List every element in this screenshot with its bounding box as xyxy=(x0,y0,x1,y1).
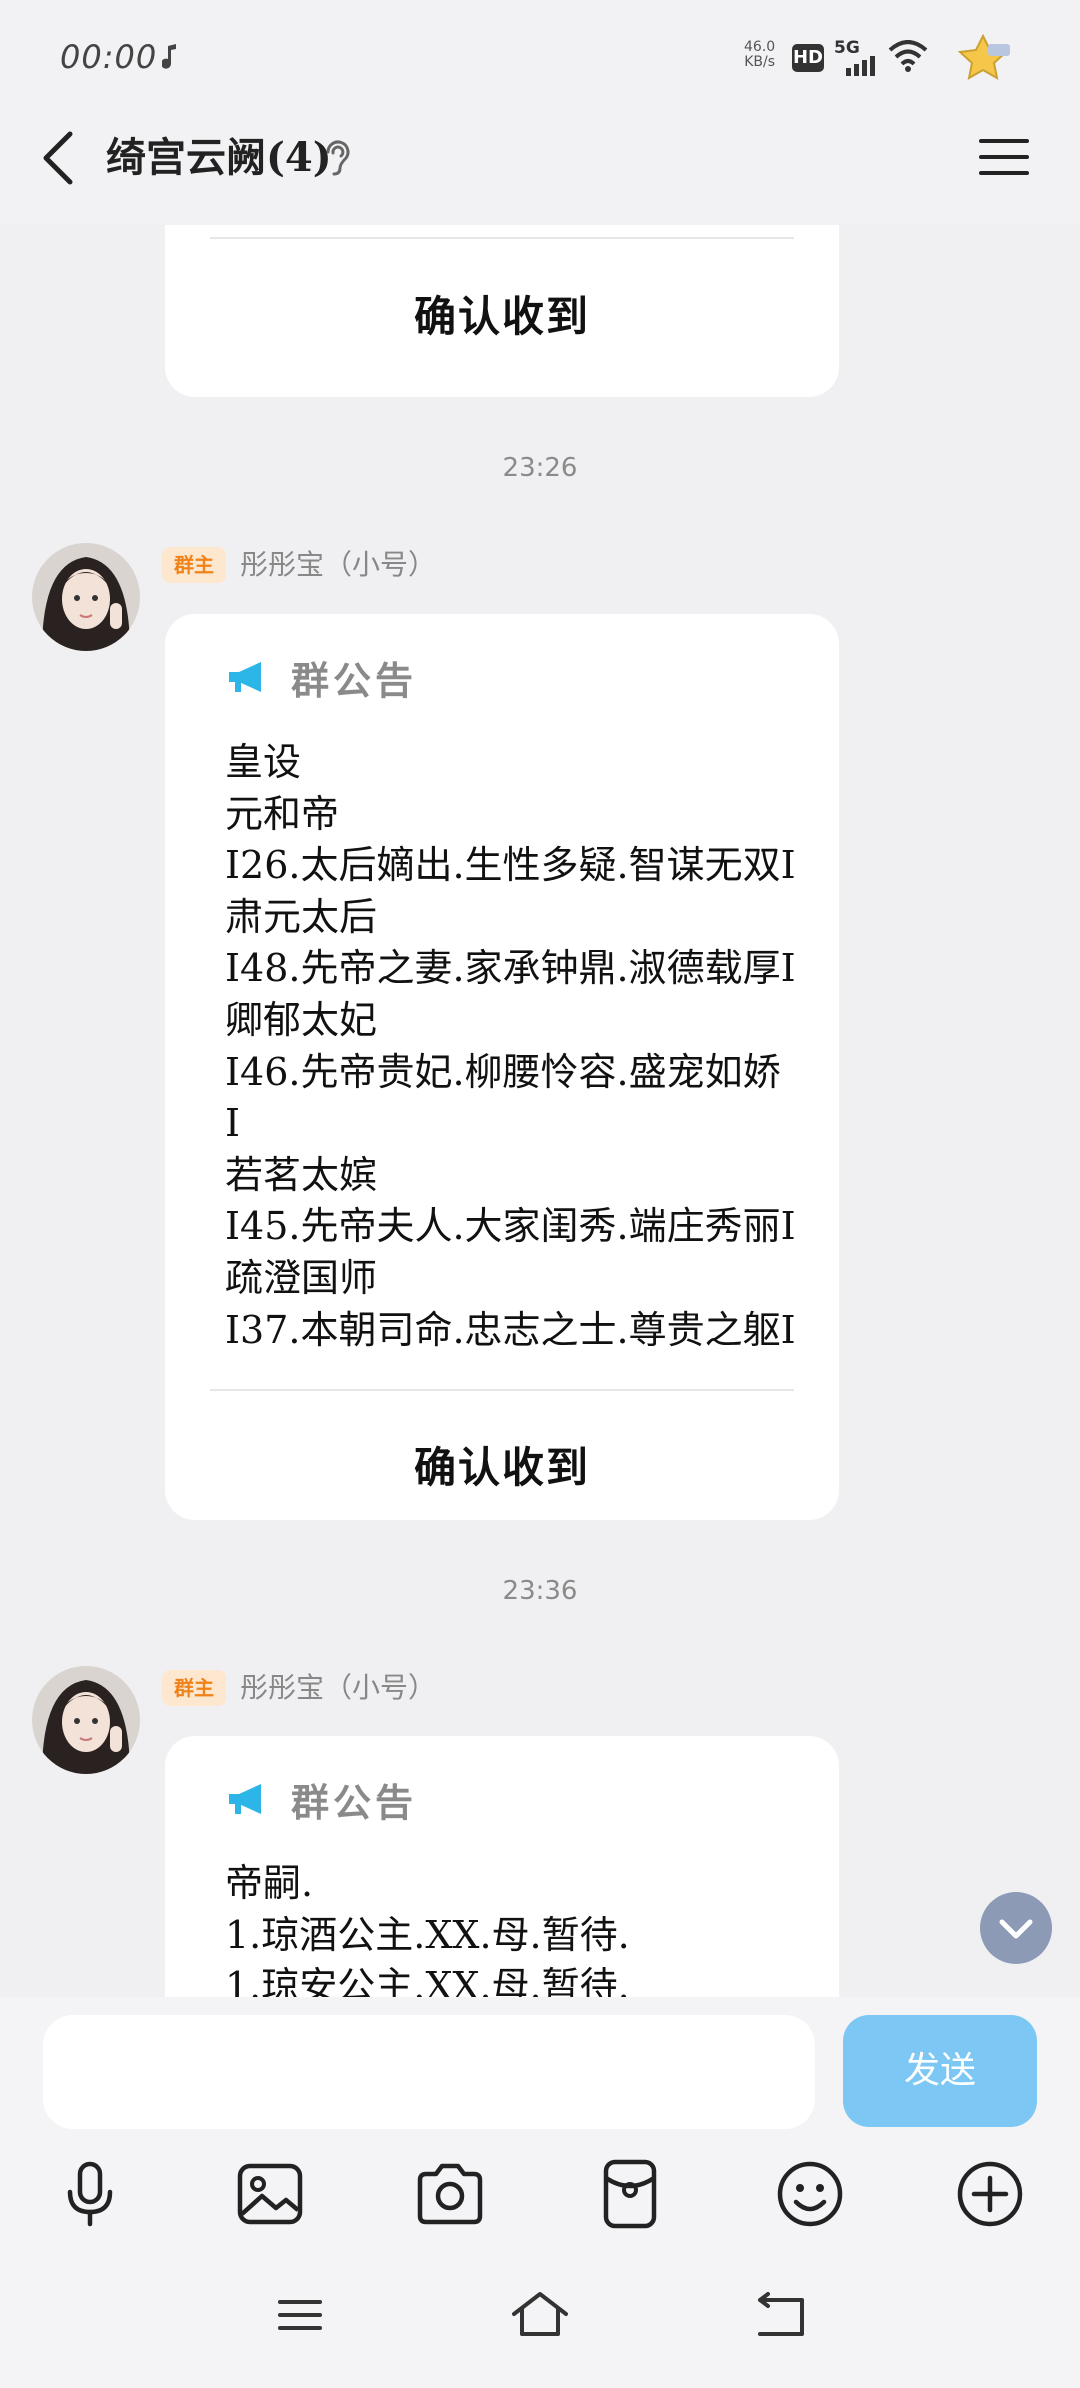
notice-line: 1.琼酒公主.XX.母.暂待. xyxy=(225,1912,630,1957)
sender-name[interactable]: 彤彤宝（小号） xyxy=(240,1670,436,1706)
group-owner-badge: 群主 xyxy=(162,547,226,583)
plus-icon[interactable] xyxy=(954,2158,1026,2230)
network-speed: 46.0 KB/s xyxy=(744,40,775,70)
wifi-icon xyxy=(888,40,928,72)
network-speed-unit: KB/s xyxy=(744,54,775,70)
red-packet-icon[interactable] xyxy=(594,2158,666,2230)
camera-icon[interactable] xyxy=(414,2158,486,2230)
notice-line: 1.琼安公主.XX.母.暂待. xyxy=(225,1964,630,1997)
notice-line: 疏澄国师 xyxy=(225,1255,378,1300)
group-notice-card[interactable]: 群公告 皇设 元和帝 I26.太后嫡出.生性多疑.智谋无双I 肃元太后 I48.… xyxy=(165,614,839,1520)
notice-heading: 群公告 xyxy=(291,1780,418,1825)
emoji-icon[interactable] xyxy=(774,2158,846,2230)
card-divider xyxy=(210,237,794,239)
notice-body: 皇设 元和帝 I26.太后嫡出.生性多疑.智谋无双I 肃元太后 I48.先帝之妻… xyxy=(225,737,815,1356)
notice-line: 元和帝 xyxy=(225,791,340,836)
notice-line: 帝嗣. xyxy=(225,1861,314,1905)
signal-5g-icon: 5G xyxy=(834,38,880,76)
notice-line: 肃元太后 xyxy=(225,894,378,939)
notice-body: 帝嗣. 1.琼酒公主.XX.母.暂待. 1.琼安公主.XX.母.暂待. xyxy=(225,1858,815,1997)
send-button[interactable]: 发送 xyxy=(843,2015,1037,2127)
image-icon[interactable] xyxy=(234,2158,306,2230)
battery-star-icon xyxy=(957,34,1010,80)
back-button[interactable] xyxy=(36,128,86,188)
notice-line: I26.太后嫡出.生性多疑.智谋无双I xyxy=(225,843,796,888)
notice-heading: 群公告 xyxy=(291,658,418,703)
sender-name[interactable]: 彤彤宝（小号） xyxy=(240,547,436,583)
megaphone-icon xyxy=(229,1784,261,1814)
hd-icon: HD xyxy=(792,44,824,72)
network-speed-value: 46.0 xyxy=(744,39,776,55)
chat-title[interactable]: 绮宫云阙(4) xyxy=(106,128,332,188)
notice-line: 皇设 xyxy=(225,740,302,784)
notice-card-previous: 确认收到 xyxy=(165,225,839,397)
confirm-received-button[interactable]: 确认收到 xyxy=(165,1434,839,1495)
megaphone-icon xyxy=(229,662,261,692)
group-owner-badge: 群主 xyxy=(162,1670,226,1706)
scroll-to-bottom-button[interactable] xyxy=(980,1892,1052,1964)
confirm-received-button[interactable]: 确认收到 xyxy=(165,283,839,344)
message-timestamp: 23:26 xyxy=(502,453,578,483)
sender-avatar[interactable] xyxy=(32,543,140,651)
group-notice-card[interactable]: 群公告 帝嗣. 1.琼酒公主.XX.母.暂待. 1.琼安公主.XX.母.暂待. xyxy=(165,1736,839,1997)
ear-icon[interactable] xyxy=(322,138,352,178)
card-divider xyxy=(210,1389,794,1391)
back-nav-icon[interactable] xyxy=(750,2290,810,2340)
sender-avatar[interactable] xyxy=(32,1666,140,1774)
message-input[interactable] xyxy=(43,2015,815,2129)
notice-line: I46.先帝贵妃.柳腰怜容.盛宠如娇 xyxy=(225,1049,781,1094)
notice-line: I37.本朝司命.忠志之士.尊贵之躯I xyxy=(225,1307,796,1352)
home-icon[interactable] xyxy=(510,2290,570,2340)
status-time: 00:00 xyxy=(60,38,158,76)
chat-message-list[interactable]: 确认收到 23:26 群主 彤彤宝（小号） 群公告 皇设 元和帝 I26.太后嫡… xyxy=(0,225,1080,1997)
menu-button[interactable] xyxy=(976,132,1032,182)
notice-line: 若茗太嫔 xyxy=(225,1152,378,1197)
message-timestamp: 23:36 xyxy=(502,1576,578,1606)
recent-apps-icon[interactable] xyxy=(270,2290,330,2340)
music-note-icon xyxy=(162,44,176,69)
notice-line: I xyxy=(225,1101,241,1146)
notice-line: 卿郁太妃 xyxy=(225,997,378,1042)
notice-line: I48.先帝之妻.家承钟鼎.淑德载厚I xyxy=(225,946,796,991)
notice-line: I45.先帝夫人.大家闺秀.端庄秀丽I xyxy=(225,1204,796,1249)
microphone-icon[interactable] xyxy=(54,2158,126,2230)
